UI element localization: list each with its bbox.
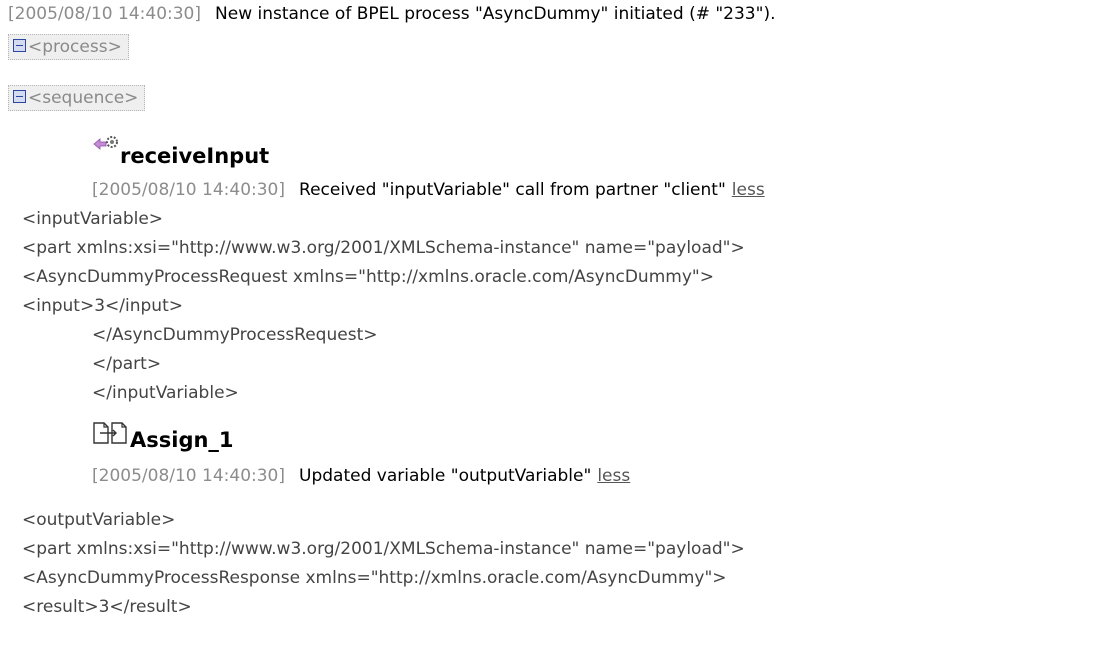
xml-line: <result>3</result> [22,597,192,617]
collapse-process-icon[interactable] [13,39,26,52]
activity-log-entry: [2005/08/10 14:40:30] Updated variable "o… [92,466,630,486]
less-link[interactable]: less [597,466,630,486]
xml-line: <inputVariable> [22,209,164,229]
collapse-sequence-icon[interactable] [13,90,26,103]
activity-timestamp: [2005/08/10 14:40:30] [92,180,286,200]
activity-message: Updated variable "outputVariable" [299,466,592,486]
assign-icon [93,422,127,444]
activity-name: Assign_1 [130,428,234,452]
less-link[interactable]: less [732,180,765,200]
activity-log-entry: [2005/08/10 14:40:30] Received "inputVari… [92,180,765,200]
sequence-tag-label: <sequence> [28,88,139,108]
xml-line: </AsyncDummyProcessRequest> [92,325,378,345]
instance-header: [2005/08/10 14:40:30] New instance of BPE… [8,4,775,24]
sequence-node[interactable]: <sequence> [8,85,146,111]
xml-line: <AsyncDummyProcessResponse xmlns="http:/… [22,568,727,588]
xml-line: </inputVariable> [92,383,239,403]
xml-line: <input>3</input> [22,296,183,316]
process-tag-label: <process> [28,37,122,57]
process-node[interactable]: <process> [8,34,129,60]
activity-receive-input: receiveInput [92,134,269,168]
activity-timestamp: [2005/08/10 14:40:30] [92,466,286,486]
xml-line: <part xmlns:xsi="http://www.w3.org/2001/… [22,238,745,258]
header-message: New instance of BPEL process "AsyncDummy… [215,4,776,24]
header-timestamp: [2005/08/10 14:40:30] [8,4,202,24]
xml-line: <part xmlns:xsi="http://www.w3.org/2001/… [22,539,745,559]
activity-name: receiveInput [120,144,270,168]
activity-message: Received "inputVariable" call from partn… [299,180,726,200]
xml-line: <outputVariable> [22,510,176,530]
xml-line: <AsyncDummyProcessRequest xmlns="http://… [22,267,714,287]
receive-gear-icon [93,136,118,150]
activity-assign-1: Assign_1 [92,420,234,452]
xml-line: </part> [92,354,162,374]
